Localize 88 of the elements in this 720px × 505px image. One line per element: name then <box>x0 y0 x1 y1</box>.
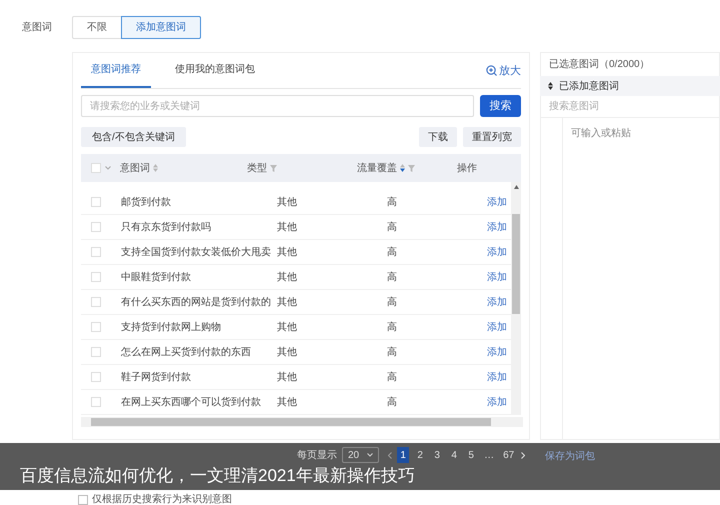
add-link[interactable]: 添加 <box>487 244 507 260</box>
page-button[interactable]: … <box>482 447 496 463</box>
zoom-in-icon <box>486 65 497 76</box>
tab[interactable]: 意图词推荐 <box>81 62 151 88</box>
table-cell-text: 高 <box>387 296 398 310</box>
table-cell-text: 怎么在网上买货到付款的东西 <box>121 346 252 360</box>
page-size-select[interactable]: 20 <box>342 447 380 463</box>
table-cell-text: 中眼鞋货到付款 <box>121 270 192 284</box>
sort-icon[interactable] <box>548 82 553 90</box>
search-button[interactable]: 搜索 <box>480 95 521 117</box>
search-field[interactable]: 请搜索您的业务或关键词 <box>81 95 474 117</box>
table-cell-text: 高 <box>387 346 398 360</box>
checkbox[interactable] <box>78 494 88 504</box>
column-header: 操作 <box>457 162 477 176</box>
table-cell-text: 其他 <box>277 246 298 260</box>
mode-option[interactable]: 不限 <box>72 16 122 39</box>
page-button[interactable]: 4 <box>448 447 460 463</box>
checkbox-label[interactable]: 仅根据历史搜索行为来识别意图 <box>92 492 232 505</box>
row-checkbox[interactable] <box>91 247 101 257</box>
scroll-up-icon[interactable] <box>514 185 519 189</box>
column-header[interactable]: 类型 <box>247 160 277 176</box>
page-button[interactable]: 1 <box>397 447 410 463</box>
column-header[interactable]: 意图词 <box>120 160 158 176</box>
table-cell-text: 其他 <box>277 396 298 410</box>
add-link[interactable]: 添加 <box>487 320 507 334</box>
add-link[interactable]: 添加 <box>487 270 507 284</box>
add-link[interactable]: 添加 <box>487 194 507 210</box>
zoom-link[interactable]: 放大 <box>486 62 521 88</box>
chevron-icon[interactable] <box>105 166 111 170</box>
table-cell-text: 其他 <box>277 220 298 234</box>
filter-button[interactable]: 包含/不包含关键词 <box>81 127 186 147</box>
toolbar-button[interactable]: 重置列宽 <box>463 127 521 147</box>
horizontal-scrollbar[interactable] <box>81 417 523 427</box>
caption-title: 百度信息流如何优化，一文理清2021年最新操作技巧 <box>20 465 415 487</box>
next-page-icon[interactable] <box>521 452 526 458</box>
table-cell-text: 鞋子网货到付款 <box>121 370 192 384</box>
page-button[interactable]: 5 <box>465 447 478 463</box>
filter-icon[interactable] <box>270 164 277 172</box>
table-cell-text: 高 <box>387 220 398 234</box>
search-field[interactable]: 搜索意图词 <box>540 96 720 118</box>
row-checkbox[interactable] <box>91 322 101 332</box>
tab[interactable]: 使用我的意图词包 <box>165 62 265 88</box>
section-title[interactable]: 已添加意图词 <box>559 78 619 94</box>
table-cell-text: 支持货到付款网上购物 <box>121 320 222 334</box>
table-cell-text: 其他 <box>277 370 298 384</box>
table-cell-text: 其他 <box>277 296 298 310</box>
select-all-checkbox[interactable] <box>91 163 101 173</box>
row-checkbox[interactable] <box>91 297 101 307</box>
field-label: 意图词 <box>22 20 53 35</box>
add-link[interactable]: 添加 <box>487 294 507 310</box>
column-header[interactable]: 流量覆盖 <box>357 160 415 176</box>
row-checkbox[interactable] <box>91 347 101 357</box>
table-cell-text: 高 <box>387 196 398 210</box>
table-cell-text: 其他 <box>277 270 298 284</box>
add-link[interactable]: 添加 <box>487 394 507 410</box>
row-checkbox[interactable] <box>91 272 101 282</box>
table-cell-text: 其他 <box>277 196 298 210</box>
mode-option[interactable]: 添加意图词 <box>121 16 201 39</box>
table-cell-text: 高 <box>387 246 398 260</box>
add-link[interactable]: 添加 <box>487 344 507 360</box>
page-size-label: 每页显示 <box>297 448 337 462</box>
row-checkbox[interactable] <box>91 197 101 207</box>
row-checkbox[interactable] <box>91 372 101 382</box>
table-cell-text: 其他 <box>277 320 298 334</box>
table-cell-text: 高 <box>387 396 398 410</box>
chevron-icon <box>367 453 374 457</box>
table-cell-text: 有什么买东西的网站是货到付款的 <box>121 296 272 310</box>
previous-page-icon[interactable] <box>388 452 392 458</box>
page-button[interactable]: 67 <box>501 447 516 463</box>
add-link[interactable]: 添加 <box>487 370 507 384</box>
table-cell-text: 其他 <box>277 346 298 360</box>
table-cell-text: 高 <box>387 320 398 334</box>
page-button[interactable]: 3 <box>431 447 444 463</box>
row-checkbox[interactable] <box>91 397 101 407</box>
filter-icon[interactable] <box>408 164 415 172</box>
page-button[interactable]: 2 <box>414 447 426 463</box>
row-checkbox[interactable] <box>91 222 101 232</box>
table-cell-text: 只有京东货到付款吗 <box>121 220 212 234</box>
save-link[interactable]: 保存为词包 <box>545 449 595 464</box>
table-cell-text: 邮货到付款 <box>121 196 172 210</box>
table-cell-text: 高 <box>387 370 398 384</box>
table-cell-text: 在网上买东西哪个可以货到付款 <box>121 396 262 410</box>
toolbar-button[interactable]: 下载 <box>419 127 457 147</box>
table-cell-text: 支持全国货到付款女装低价大甩卖 <box>121 246 272 260</box>
keyword-input[interactable]: 可输入或粘贴 <box>562 118 720 440</box>
add-link[interactable]: 添加 <box>487 220 507 234</box>
table-cell-text: 高 <box>387 270 398 284</box>
vertical-scrollbar[interactable] <box>511 182 521 415</box>
